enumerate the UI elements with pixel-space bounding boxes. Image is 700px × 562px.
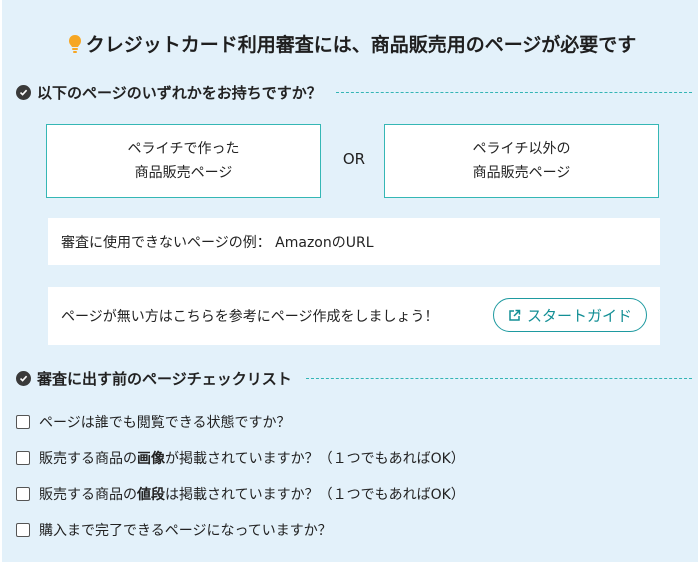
checkbox[interactable] xyxy=(16,451,30,465)
dashed-divider xyxy=(305,377,692,379)
section-heading-text: 以下のページのいずれかをお持ちですか？ xyxy=(37,83,322,102)
application-panel: クレジットカード利用審査には、商品販売用のページが必要です 以下のページのいずれ… xyxy=(2,0,698,562)
checklist-item-label: ページは誰でも閲覧できる状態ですか？ xyxy=(39,415,291,431)
option-b-line-1: ペライチ以外の xyxy=(472,141,571,157)
checklist-item-label: 販売する商品の画像が掲載されていますか？（１つでもあればOK） xyxy=(39,451,465,467)
checklist-item-label: 購入まで完了できるページになっていますか？ xyxy=(39,523,332,539)
checklist-item-label: 販売する商品の値段は掲載されていますか？（１つでもあればOK） xyxy=(39,487,465,503)
checklist-item-price[interactable]: 販売する商品の値段は掲載されていますか？（１つでもあればOK） xyxy=(16,484,465,504)
external-link-icon xyxy=(508,309,521,322)
check-circle-icon xyxy=(16,84,31,100)
option-peraichi-page: ペライチで作った 商品販売ページ xyxy=(46,124,321,198)
no-page-text: ページが無い方はこちらを参考にページ作成をしましょう！ xyxy=(61,309,439,325)
page-title-text: クレジットカード利用審査には、商品販売用のページが必要です xyxy=(85,34,637,56)
unusable-example-row: 審査に使用できないページの例： AmazonのURL xyxy=(48,218,660,265)
option-other-page: ペライチ以外の 商品販売ページ xyxy=(384,124,659,198)
check-circle-icon xyxy=(16,370,31,386)
section-heading-text: 審査に出す前のページチェックリスト xyxy=(37,369,292,388)
start-guide-button[interactable]: スタートガイド xyxy=(493,298,647,332)
checklist-item-purchase[interactable]: 購入まで完了できるページになっていますか？ xyxy=(16,520,332,540)
lightbulb-icon xyxy=(68,34,82,59)
checklist-item-image[interactable]: 販売する商品の画像が掲載されていますか？（１つでもあればOK） xyxy=(16,448,465,468)
option-a-line-2: 商品販売ページ xyxy=(134,165,233,181)
checkbox[interactable] xyxy=(16,523,30,537)
section-heading-checklist: 審査に出す前のページチェックリスト xyxy=(16,367,692,389)
option-b-line-2: 商品販売ページ xyxy=(472,165,571,181)
or-label: OR xyxy=(342,150,366,168)
page-title: クレジットカード利用審査には、商品販売用のページが必要です xyxy=(2,30,700,59)
checklist-item-public[interactable]: ページは誰でも閲覧できる状態ですか？ xyxy=(16,412,290,432)
checkbox[interactable] xyxy=(16,487,30,501)
section-heading-pages: 以下のページのいずれかをお持ちですか？ xyxy=(16,81,692,103)
option-a-line-1: ペライチで作った xyxy=(127,141,240,157)
checkbox[interactable] xyxy=(16,415,30,429)
start-guide-label: スタートガイド xyxy=(526,306,632,325)
unusable-example-text: 審査に使用できないページの例： AmazonのURL xyxy=(61,234,374,251)
dashed-divider xyxy=(335,91,692,93)
